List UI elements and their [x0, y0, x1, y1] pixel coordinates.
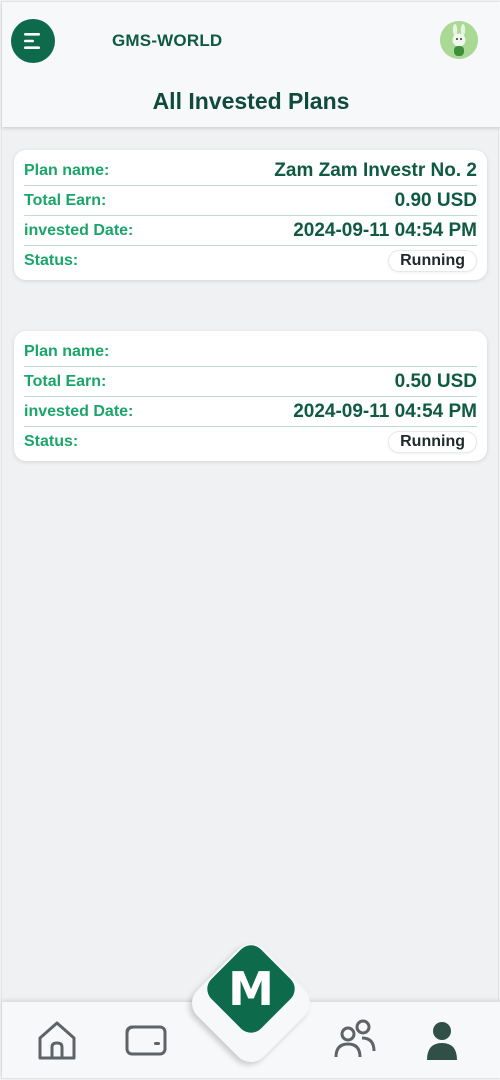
nav-wallet[interactable] — [123, 1017, 169, 1063]
menu-button[interactable] — [11, 19, 55, 63]
status-badge: Running — [388, 431, 477, 453]
total-earn-label: Total Earn: — [24, 372, 107, 390]
status-badge: Running — [388, 250, 477, 272]
top-bar: GMS-WORLD All Invested Plans — [2, 2, 500, 127]
plan-card: Plan name: Total Earn: 0.50 USD invested… — [14, 331, 487, 461]
wallet-icon — [125, 1025, 167, 1056]
invested-date-value: 2024-09-11 04:54 PM — [293, 219, 477, 241]
menu-icon — [24, 33, 40, 49]
nav-profile[interactable] — [419, 1017, 465, 1063]
plan-name-row: Plan name: Zam Zam Investr No. 2 — [24, 156, 477, 186]
brand-name: GMS-WORLD — [112, 31, 223, 50]
home-icon — [38, 1021, 76, 1060]
app-screen: GMS-WORLD All Invested Plans Plan name: … — [1, 1, 500, 1079]
total-earn-value: 0.90 USD — [394, 189, 477, 211]
profile-icon — [427, 1022, 457, 1060]
avatar[interactable] — [440, 21, 478, 59]
status-label: Status: — [24, 252, 79, 269]
users-icon — [334, 1019, 376, 1058]
nav-home[interactable] — [34, 1017, 80, 1063]
status-row: Status: Running — [24, 246, 477, 280]
plan-name-row: Plan name: — [24, 337, 477, 367]
total-earn-row: Total Earn: 0.50 USD — [24, 367, 477, 397]
invested-date-row: invested Date: 2024-09-11 04:54 PM — [24, 216, 477, 246]
status-label: Status: — [24, 433, 79, 450]
page-title: All Invested Plans — [152, 88, 350, 114]
total-earn-label: Total Earn: — [24, 191, 107, 209]
plan-name-label: Plan name: — [24, 161, 110, 179]
invested-date-label: invested Date: — [24, 402, 134, 420]
rabbit-avatar-icon — [440, 21, 478, 59]
invested-date-row: invested Date: 2024-09-11 04:54 PM — [24, 397, 477, 427]
plan-name-value: Zam Zam Investr No. 2 — [274, 159, 477, 181]
plan-card: Plan name: Zam Zam Investr No. 2 Total E… — [14, 150, 487, 280]
invested-date-value: 2024-09-11 04:54 PM — [293, 400, 477, 422]
nav-team[interactable] — [332, 1017, 378, 1063]
total-earn-value: 0.50 USD — [394, 370, 477, 392]
status-row: Status: Running — [24, 427, 477, 461]
total-earn-row: Total Earn: 0.90 USD — [24, 186, 477, 216]
plan-name-label: Plan name: — [24, 342, 110, 360]
invested-date-label: invested Date: — [24, 221, 134, 239]
center-fab-wrap: M — [184, 936, 318, 1070]
